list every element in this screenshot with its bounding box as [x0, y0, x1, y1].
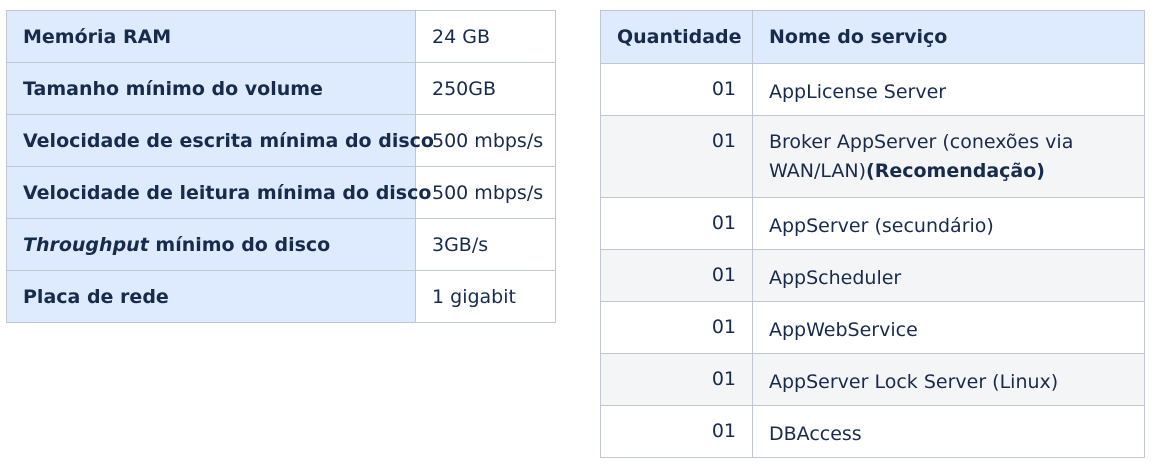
table-row: Memória RAM 24 GB — [6, 10, 556, 63]
quantity-column-header: Quantidade — [600, 10, 753, 64]
service-name-cell: AppServer Lock Server (Linux) — [752, 353, 1145, 406]
table-row: 01 AppServer (secundário) — [600, 197, 1145, 250]
row-value: 1 gigabit — [415, 270, 556, 323]
service-name-cell: AppWebService — [752, 301, 1145, 354]
quantity-cell: 01 — [600, 197, 753, 250]
table-header-row: Quantidade Nome do serviço — [600, 10, 1145, 64]
row-label-rest: mínimo do disco — [148, 233, 331, 256]
quantity-cell: 01 — [600, 115, 753, 198]
row-label-italic: Throughput — [23, 233, 149, 256]
row-label: Memória RAM — [6, 10, 416, 63]
row-value: 250GB — [415, 62, 556, 115]
quantity-cell: 01 — [600, 249, 753, 302]
table-row: 01 Broker AppServer (conexões via WAN/LA… — [600, 115, 1145, 198]
table-row: 01 AppWebService — [600, 301, 1145, 354]
row-label: Velocidade de leitura mínima do disco — [6, 166, 431, 219]
table-row: Velocidade de leitura mínima do disco 50… — [6, 166, 556, 219]
service-name-cell: AppServer (secundário) — [752, 197, 1145, 250]
service-name-column-header: Nome do serviço — [752, 10, 1145, 64]
table-row: Tamanho mínimo do volume 250GB — [6, 62, 556, 115]
service-name-cell: AppScheduler — [752, 249, 1145, 302]
quantity-cell: 01 — [600, 405, 753, 458]
row-label: Tamanho mínimo do volume — [6, 62, 416, 115]
quantity-cell: 01 — [600, 301, 753, 354]
quantity-cell: 01 — [600, 63, 753, 116]
row-label: Velocidade de escrita mínima do disco — [6, 114, 434, 167]
row-value: 500 mbps/s — [415, 166, 556, 219]
row-label: Throughput mínimo do disco — [6, 218, 416, 271]
recommendation-note: (Recomendação) — [866, 160, 1045, 182]
table-row: 01 AppServer Lock Server (Linux) — [600, 353, 1145, 406]
services-table: Quantidade Nome do serviço 01 AppLicense… — [600, 10, 1145, 458]
service-name-cell: DBAccess — [752, 405, 1145, 458]
service-name-cell: AppLicense Server — [752, 63, 1145, 116]
quantity-cell: 01 — [600, 353, 753, 406]
table-row: 01 AppLicense Server — [600, 63, 1145, 116]
hardware-requirements-table: Memória RAM 24 GB Tamanho mínimo do volu… — [6, 10, 556, 323]
row-value: 500 mbps/s — [415, 114, 556, 167]
table-row: 01 DBAccess — [600, 405, 1145, 458]
row-value: 24 GB — [415, 10, 556, 63]
table-row: Velocidade de escrita mínima do disco 50… — [6, 114, 556, 167]
row-label: Placa de rede — [6, 270, 416, 323]
table-row: Placa de rede 1 gigabit — [6, 270, 556, 323]
service-name-cell: Broker AppServer (conexões via WAN/LAN)(… — [752, 115, 1145, 198]
row-value: 3GB/s — [415, 218, 556, 271]
table-row: Throughput mínimo do disco 3GB/s — [6, 218, 556, 271]
table-row: 01 AppScheduler — [600, 249, 1145, 302]
